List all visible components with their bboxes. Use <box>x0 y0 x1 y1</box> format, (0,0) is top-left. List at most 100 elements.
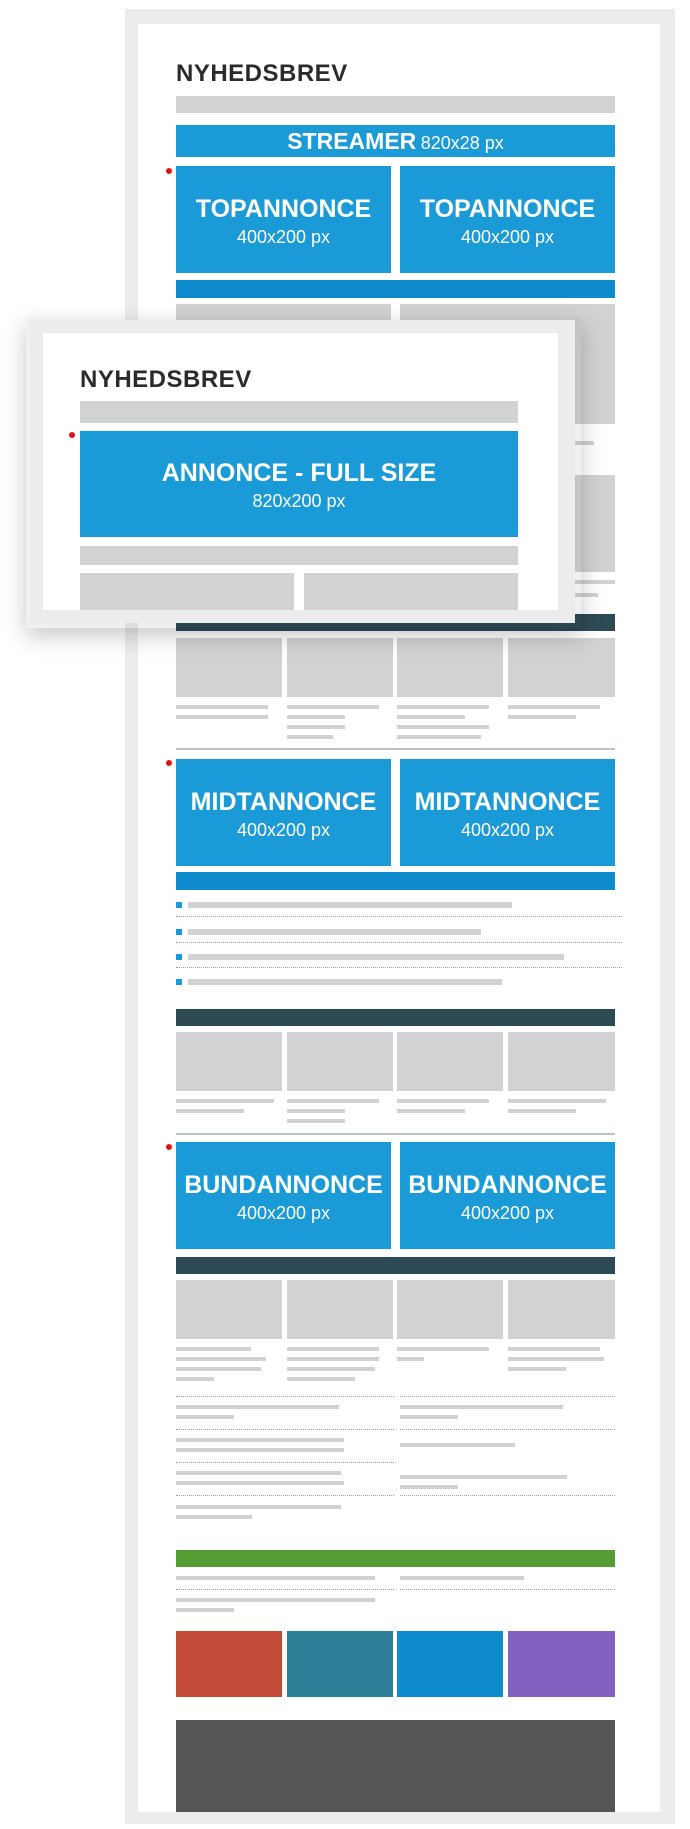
ad-label: BUNDANNONCE <box>184 1171 383 1199</box>
list-separator <box>176 1495 394 1496</box>
text-placeholder <box>80 546 518 565</box>
text-line <box>287 715 345 719</box>
ad-size: 400x200 px <box>460 820 555 840</box>
text-line <box>397 1357 424 1361</box>
text-line <box>508 1367 566 1371</box>
bullet-icon <box>176 979 182 985</box>
ad-marker <box>166 1144 172 1150</box>
article-image <box>304 573 518 610</box>
text-line <box>400 1405 563 1409</box>
text-line <box>400 1443 515 1447</box>
article-image <box>287 1280 393 1339</box>
list-separator <box>176 1396 394 1397</box>
ad-size: 400x200 px <box>460 1203 555 1223</box>
article-image <box>176 1280 282 1339</box>
overlay-page: NYHEDSBREV ANNONCE - FULL SIZE 820x200 p… <box>43 333 558 610</box>
text-line <box>287 1357 379 1361</box>
full-size-ad[interactable]: ANNONCE - FULL SIZE 820x200 px <box>80 431 518 537</box>
text-line <box>508 715 576 719</box>
text-line <box>176 1481 344 1485</box>
footer-block <box>176 1720 615 1812</box>
ad-size: 400x200 px <box>236 820 331 840</box>
bottom-ad-left[interactable]: BUNDANNONCE 400x200 px <box>176 1142 391 1249</box>
article-image <box>397 1280 503 1339</box>
newsletter-page: NYHEDSBREV STREAMER 820x28 px TOPANNONCE… <box>138 24 660 1812</box>
text-line <box>176 1347 251 1351</box>
text-line <box>176 1505 341 1509</box>
text-line <box>287 1099 379 1103</box>
mid-ad-right[interactable]: MIDTANNONCE 400x200 px <box>400 759 615 866</box>
list-separator <box>400 1396 615 1397</box>
section-header <box>176 1257 615 1274</box>
ad-label: MIDTANNONCE <box>414 788 601 816</box>
ad-marker <box>166 760 172 766</box>
list-separator <box>400 1589 615 1590</box>
header-placeholder <box>80 401 518 423</box>
article-image <box>176 638 282 697</box>
text-line <box>176 1405 339 1409</box>
text-line <box>397 715 465 719</box>
text-line <box>176 1471 341 1475</box>
ad-marker <box>166 168 172 174</box>
text-line <box>508 1347 600 1351</box>
list-separator <box>176 916 622 917</box>
bullet-icon <box>176 902 182 908</box>
text-line <box>397 725 489 729</box>
article-image <box>287 638 393 697</box>
text-line <box>397 735 481 739</box>
color-tile-red <box>176 1631 282 1697</box>
text-line <box>508 705 600 709</box>
text-line <box>287 1109 345 1113</box>
ad-size: 400x200 px <box>236 1203 331 1223</box>
overlay-title: NYHEDSBREV <box>80 366 252 393</box>
article-image <box>508 638 615 697</box>
streamer-size: 820x28 px <box>420 133 504 153</box>
newsletter-title: NYHEDSBREV <box>176 60 348 87</box>
text-line <box>176 1099 274 1103</box>
overlay-frame: NYHEDSBREV ANNONCE - FULL SIZE 820x200 p… <box>30 320 575 623</box>
text-line <box>287 1367 375 1371</box>
article-image <box>397 1032 503 1091</box>
text-line <box>176 715 268 719</box>
ad-label: BUNDANNONCE <box>408 1171 607 1199</box>
article-image <box>287 1032 393 1091</box>
text-line <box>176 705 268 709</box>
top-ad-right[interactable]: TOPANNONCE 400x200 px <box>400 166 615 273</box>
list-item-line <box>188 929 481 935</box>
text-line <box>176 1367 261 1371</box>
text-line <box>400 1576 524 1580</box>
list-separator <box>176 942 622 943</box>
ad-size: 400x200 px <box>460 227 555 247</box>
section-bar <box>176 280 615 298</box>
text-line <box>287 705 379 709</box>
text-line <box>176 1448 344 1452</box>
text-line <box>287 1347 379 1351</box>
section-header <box>176 1009 615 1026</box>
text-line <box>397 1109 465 1113</box>
text-line <box>400 1485 458 1489</box>
article-image <box>80 573 294 610</box>
divider <box>176 748 615 750</box>
list-separator <box>176 1462 394 1463</box>
article-image <box>508 1280 615 1339</box>
list-separator <box>176 1429 394 1430</box>
text-line <box>508 1357 604 1361</box>
top-ad-left[interactable]: TOPANNONCE 400x200 px <box>176 166 391 273</box>
streamer-banner: STREAMER 820x28 px <box>176 125 615 157</box>
green-section-bar <box>176 1550 615 1567</box>
color-tile-purple <box>508 1631 615 1697</box>
bottom-ad-right[interactable]: BUNDANNONCE 400x200 px <box>400 1142 615 1249</box>
text-line <box>287 735 333 739</box>
text-line <box>176 1598 375 1602</box>
list-separator <box>176 967 622 968</box>
section-bar <box>176 872 615 890</box>
text-line <box>508 1109 576 1113</box>
mid-ad-left[interactable]: MIDTANNONCE 400x200 px <box>176 759 391 866</box>
divider <box>176 1133 615 1135</box>
text-line <box>397 705 489 709</box>
text-line <box>176 1357 266 1361</box>
bullet-icon <box>176 929 182 935</box>
ad-label: TOPANNONCE <box>195 195 372 223</box>
text-line <box>176 1438 344 1442</box>
article-image <box>508 1032 615 1091</box>
